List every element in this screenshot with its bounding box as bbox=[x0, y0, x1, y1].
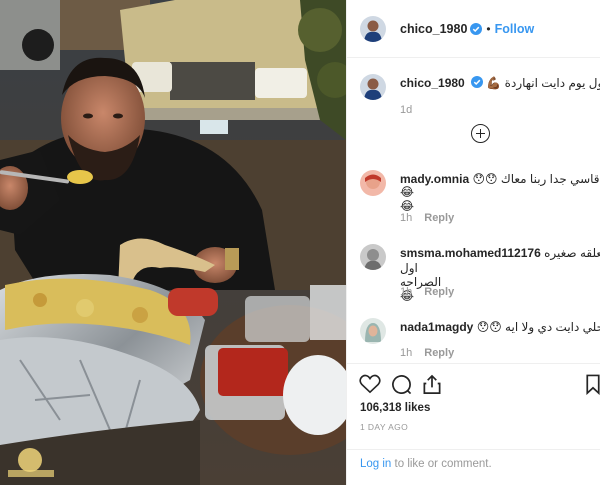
heart-icon[interactable] bbox=[359, 374, 381, 394]
load-more-icon[interactable] bbox=[471, 124, 490, 143]
comment-icon[interactable] bbox=[391, 374, 412, 395]
comment-age: 1h bbox=[400, 347, 413, 359]
follow-button[interactable]: Follow bbox=[495, 22, 535, 36]
comment-username[interactable]: smsma.mohamed112176 bbox=[400, 246, 541, 260]
comment-text-continued: 😂😂 bbox=[400, 185, 415, 213]
login-link[interactable]: Log in bbox=[360, 458, 391, 470]
comment-line: nada1magdy ‫احلي دايت دي ولا ايه 😯😯‬ bbox=[400, 320, 600, 334]
avatar[interactable] bbox=[360, 15, 386, 42]
comment-username[interactable]: mady.omnia bbox=[400, 172, 469, 186]
comment-meta: 1h Reply bbox=[400, 347, 454, 359]
post-actions: 106,318 likes 1 DAY AGO Log in to like o… bbox=[347, 363, 600, 485]
comments-section: chico_1980 ‫اول يوم دايت انهاردة 💪🏾‬ 1d … bbox=[347, 58, 600, 363]
comment-text: ‫احلي دايت دي ولا ايه 😯😯‬ bbox=[476, 320, 600, 334]
post-header: chico_1980 • Follow bbox=[347, 0, 600, 58]
post-username[interactable]: chico_1980 bbox=[400, 22, 467, 36]
comment-line: mady.omnia ‫دايت قاسي جدا ربنا معاك 😯😯‬ bbox=[400, 172, 600, 186]
reply-button[interactable]: Reply bbox=[424, 286, 454, 298]
likes-count[interactable]: 106,318 likes bbox=[360, 402, 430, 414]
comment-text: ‫المعلقه صغيره‬ bbox=[544, 246, 600, 260]
caption-avatar[interactable] bbox=[360, 74, 386, 100]
comment-line: smsma.mohamed112176 ‫المعلقه صغيره‬ bbox=[400, 246, 600, 260]
caption-text: ‫اول يوم دايت انهاردة 💪🏾‬ bbox=[486, 76, 600, 90]
comment-text: ‫دايت قاسي جدا ربنا معاك 😯😯‬ bbox=[472, 172, 600, 186]
comment-avatar[interactable] bbox=[360, 244, 386, 270]
login-prompt: Log in to like or comment. bbox=[347, 449, 600, 485]
comment-meta: 1h Reply bbox=[400, 286, 454, 298]
comment-username[interactable]: nada1magdy bbox=[400, 320, 473, 334]
comment-meta: 1h Reply bbox=[400, 212, 454, 224]
comment-age: 1h bbox=[400, 286, 413, 298]
verified-icon bbox=[471, 76, 484, 88]
caption-age: 1d bbox=[400, 104, 413, 116]
share-icon[interactable] bbox=[422, 374, 442, 395]
reply-button[interactable]: Reply bbox=[424, 347, 454, 359]
reply-button[interactable]: Reply bbox=[424, 212, 454, 224]
post-photo[interactable] bbox=[0, 0, 346, 485]
post-date: 1 DAY AGO bbox=[360, 422, 409, 432]
login-prompt-text: to like or comment. bbox=[391, 458, 492, 470]
caption-username[interactable]: chico_1980 bbox=[400, 76, 465, 90]
comment-age: 1h bbox=[400, 212, 413, 224]
comment-avatar[interactable] bbox=[360, 318, 386, 344]
caption-line: chico_1980 ‫اول يوم دايت انهاردة 💪🏾‬ bbox=[400, 76, 600, 90]
bookmark-icon[interactable] bbox=[585, 374, 600, 395]
post-side-panel: chico_1980 • Follow chico_1980 ‫اول يوم … bbox=[346, 0, 600, 485]
comment-avatar[interactable] bbox=[360, 170, 386, 196]
header-separator: • bbox=[486, 21, 491, 36]
verified-icon bbox=[470, 22, 483, 35]
action-icons bbox=[359, 374, 600, 396]
